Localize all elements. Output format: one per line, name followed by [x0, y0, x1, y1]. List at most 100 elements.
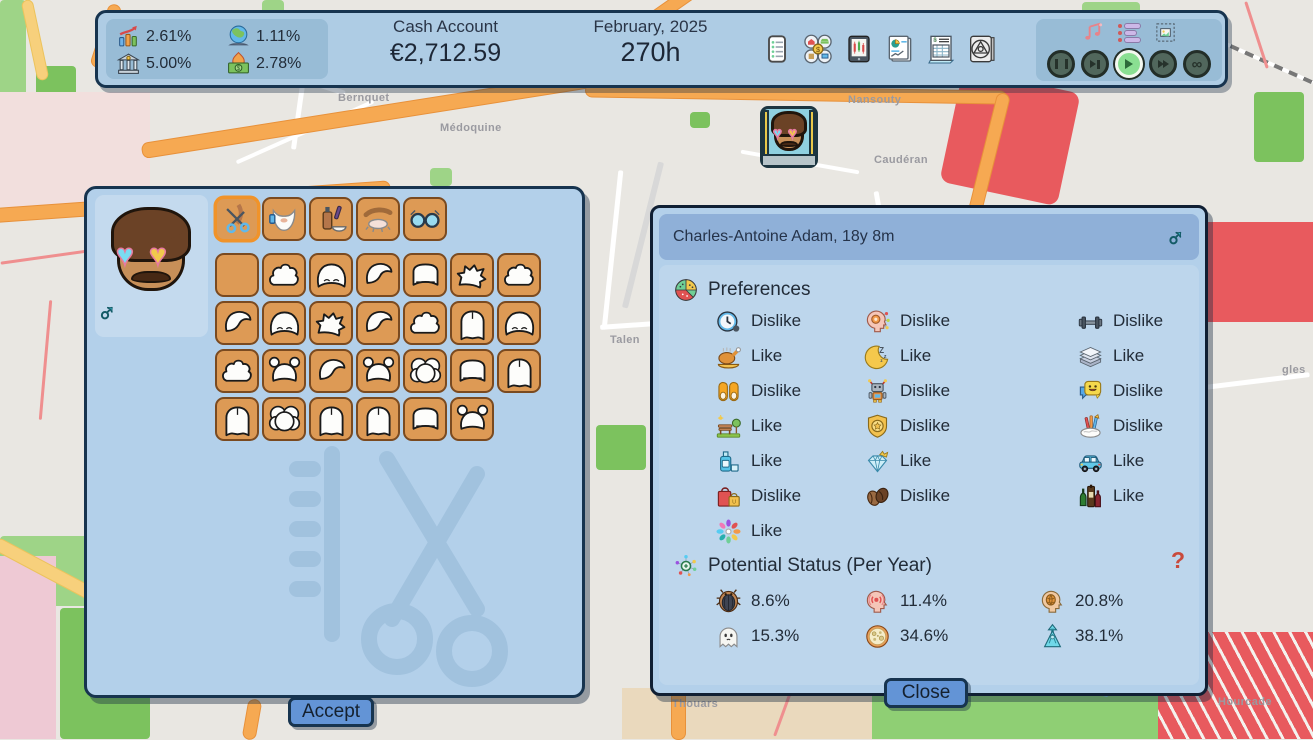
hair-option[interactable] — [403, 349, 447, 393]
playback-controls: ∞ — [1036, 50, 1222, 78]
help-question-mark[interactable]: ? — [1171, 547, 1185, 574]
top-status-bar: 2.61% 1.11% 5.00% 2.78% Cash Account €2,… — [95, 10, 1228, 88]
preference-item: Like — [864, 447, 950, 475]
preference-value: Dislike — [900, 416, 950, 436]
utility-icon-row — [1036, 21, 1222, 44]
tab-haircut[interactable] — [215, 197, 259, 241]
secret-book-icon — [966, 33, 998, 65]
hair-option[interactable] — [497, 301, 541, 345]
status-item: 20.8% — [1039, 587, 1123, 615]
hair-option[interactable] — [403, 253, 447, 297]
screenshot-icon[interactable] — [1154, 21, 1177, 44]
play-button[interactable] — [1115, 50, 1143, 78]
hair-option[interactable] — [215, 349, 259, 393]
preference-item: Like — [715, 517, 801, 545]
hair-option[interactable] — [450, 301, 494, 345]
avatar-face: ♥ ♥ — [111, 207, 191, 295]
hair-option[interactable] — [262, 253, 306, 297]
hair-option[interactable] — [309, 397, 353, 441]
hair-option[interactable] — [450, 397, 494, 441]
hair-option[interactable] — [262, 397, 306, 441]
roast-chicken-icon — [715, 343, 742, 370]
tab-eyebrows[interactable] — [356, 197, 400, 241]
preference-value: Dislike — [1113, 381, 1163, 401]
preference-item: Dislike — [1077, 377, 1163, 405]
hair-option[interactable] — [356, 397, 400, 441]
pause-button[interactable] — [1047, 50, 1075, 78]
phone-tasks-button[interactable] — [760, 32, 794, 66]
map-label: gles — [1282, 364, 1306, 376]
close-button[interactable]: Close — [884, 678, 968, 708]
status-value: 38.1% — [1075, 626, 1123, 646]
report-button[interactable] — [883, 32, 917, 66]
tab-beard[interactable] — [262, 197, 306, 241]
clock-icon — [715, 308, 742, 335]
step-play-icon — [1090, 60, 1100, 69]
stock-chart-button[interactable] — [842, 32, 876, 66]
preference-item: Dislike — [1077, 412, 1163, 440]
status-item: 11.4% — [864, 587, 948, 615]
heart-sunglasses-right: ♥ — [149, 241, 167, 271]
hair-option[interactable] — [356, 253, 400, 297]
character-map-marker[interactable]: ♥ ♥ — [760, 106, 818, 168]
stat-markets: 2.61% — [116, 24, 191, 49]
music-icon[interactable] — [1082, 21, 1105, 44]
beard-icon — [267, 202, 301, 236]
hair-option[interactable] — [403, 397, 447, 441]
secret-book-button[interactable] — [965, 32, 999, 66]
hair-option[interactable] — [356, 349, 400, 393]
hair-option[interactable] — [215, 301, 259, 345]
hair-option[interactable] — [262, 301, 306, 345]
hygiene-icon — [715, 448, 742, 475]
preference-value: Like — [751, 451, 782, 471]
hair-option[interactable] — [309, 349, 353, 393]
hair-option[interactable] — [356, 301, 400, 345]
hair-option[interactable] — [215, 397, 259, 441]
preference-value: Like — [1113, 451, 1144, 471]
stat-value: 5.00% — [146, 55, 191, 73]
park-icon — [715, 413, 742, 440]
hair-option[interactable] — [403, 301, 447, 345]
preference-item: Dislike — [864, 307, 950, 335]
hair-option[interactable] — [309, 253, 353, 297]
max-speed-button[interactable]: ∞ — [1183, 50, 1211, 78]
stat-value: 2.78% — [256, 55, 301, 73]
tab-hair-dye[interactable] — [309, 197, 353, 241]
cash-account-label: Cash Account — [353, 17, 538, 37]
preference-value: Like — [751, 521, 782, 541]
flower-icon — [715, 518, 742, 545]
hair-option[interactable] — [497, 253, 541, 297]
status-column-3: 20.8% 38.1% — [1039, 587, 1123, 650]
male-symbol: ♂ — [1166, 222, 1186, 253]
preference-item: Like — [715, 342, 801, 370]
potential-status-title: Potential Status (Per Year) — [708, 555, 932, 577]
preference-item: Dislike — [715, 482, 801, 510]
map-label: Thouars — [672, 698, 718, 710]
map-road — [602, 170, 624, 330]
hair-option[interactable] — [309, 301, 353, 345]
step-play-button[interactable] — [1081, 50, 1109, 78]
tab-glasses[interactable] — [403, 197, 447, 241]
hair-option[interactable] — [497, 349, 541, 393]
robot-icon — [864, 378, 891, 405]
moon-sleep-icon — [864, 343, 891, 370]
preferences-title: Preferences — [708, 279, 810, 301]
preference-item: Like — [715, 447, 801, 475]
police-badge-icon — [864, 413, 891, 440]
hair-option-bald[interactable] — [215, 253, 259, 297]
fast-forward-button[interactable] — [1149, 50, 1177, 78]
head-gears-icon — [864, 308, 891, 335]
stat-value: 1.11% — [256, 28, 300, 46]
hair-option[interactable] — [262, 349, 306, 393]
accept-button[interactable]: Accept — [288, 697, 374, 727]
assets-button[interactable] — [801, 32, 835, 66]
character-title-bar: Charles-Antoine Adam, 18y 8m ♂ — [659, 214, 1199, 260]
map-label: Talen — [610, 334, 640, 346]
ledger-button[interactable] — [924, 32, 958, 66]
hair-option[interactable] — [450, 349, 494, 393]
heart-sunglasses-left: ♥ — [116, 241, 134, 271]
map-label: Médoquine — [440, 122, 502, 134]
playlist-icon[interactable] — [1118, 21, 1141, 44]
hair-option[interactable] — [450, 253, 494, 297]
map-park — [1254, 92, 1304, 162]
